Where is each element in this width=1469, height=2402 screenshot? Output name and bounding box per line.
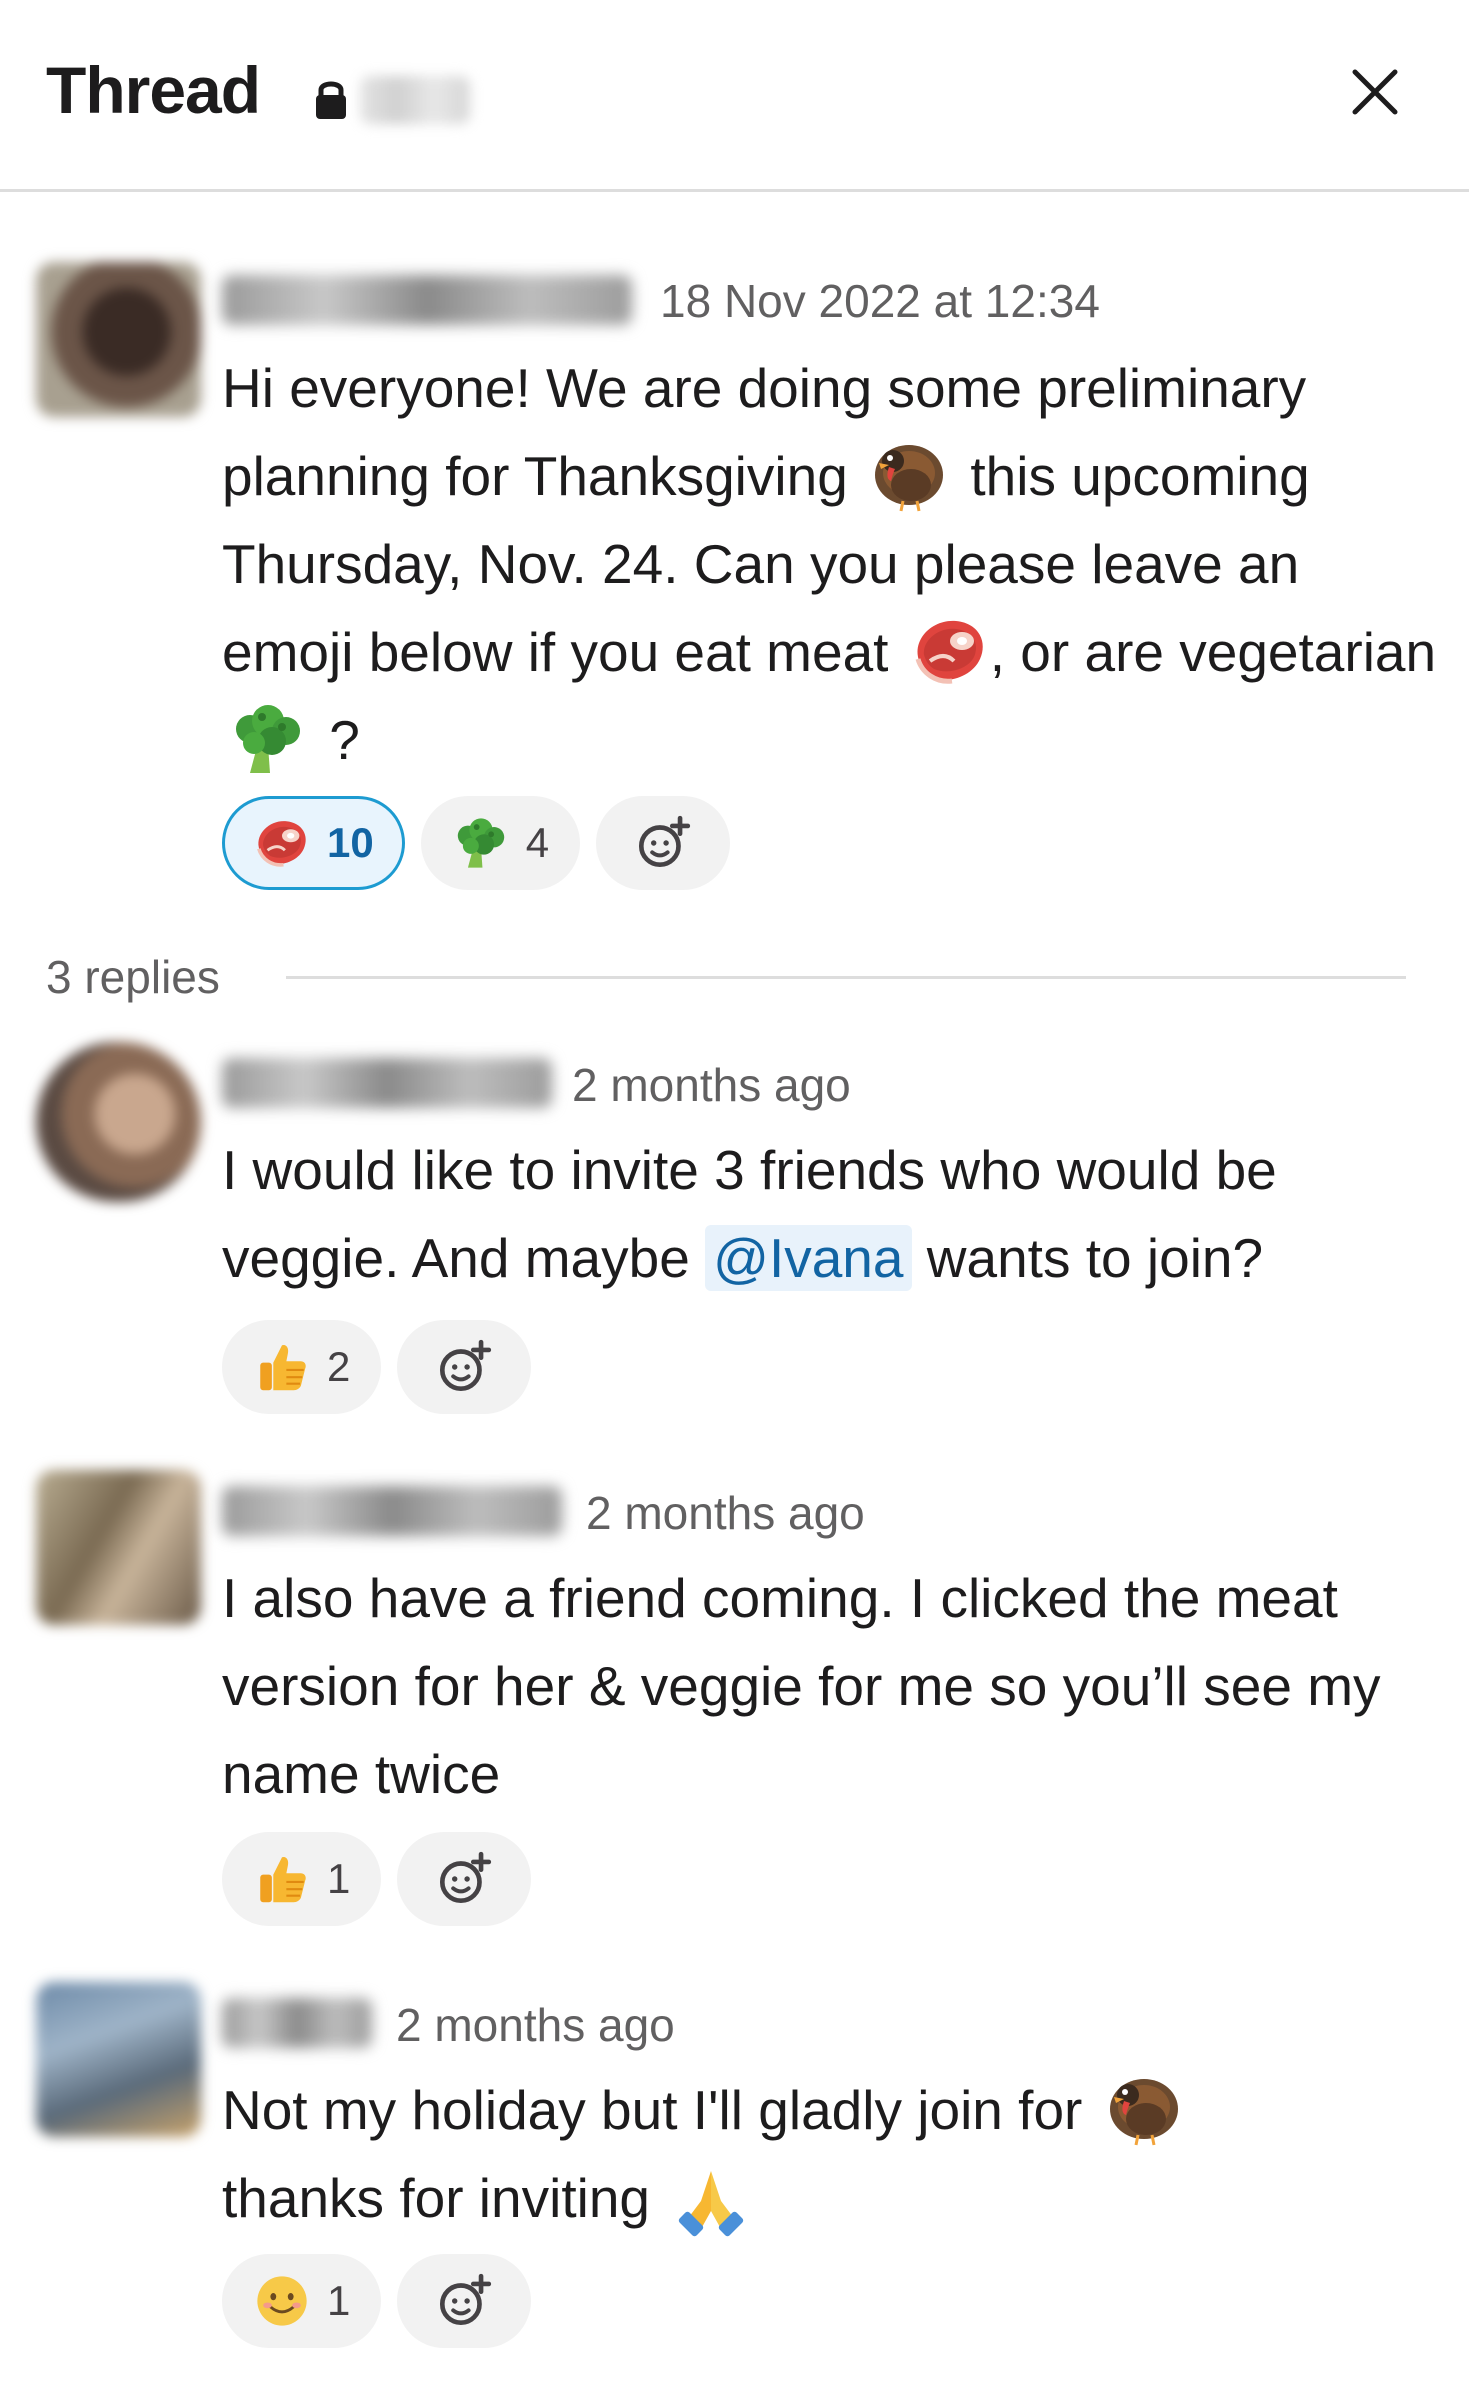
message-text: , or are vegetarian	[989, 621, 1437, 683]
reaction-count: 2	[327, 1343, 351, 1390]
message-text: wants to join?	[926, 1227, 1264, 1289]
user-mention[interactable]: @Ivana	[705, 1225, 912, 1291]
turkey-emoji	[1104, 2069, 1184, 2149]
sender-name-redacted[interactable]	[222, 1486, 562, 1536]
message-body: Not my holiday but I'll gladly join for …	[222, 2066, 1437, 2242]
reaction-bar: 1	[222, 2254, 532, 2348]
reaction-smile[interactable]: 1	[222, 2254, 382, 2348]
reaction-count: 1	[327, 2277, 351, 2324]
thumbs-up-emoji	[253, 1338, 311, 1396]
reaction-count: 10	[327, 819, 374, 866]
add-reaction-button[interactable]	[397, 1320, 532, 1414]
reaction-thumbs-up[interactable]: 2	[222, 1320, 382, 1414]
reaction-count: 4	[525, 819, 550, 866]
broccoli-emoji	[452, 814, 510, 872]
sender-name-redacted[interactable]	[222, 1998, 372, 2048]
folded-hands-emoji	[671, 2157, 751, 2237]
reaction-bar: 10 4	[222, 796, 731, 890]
add-reaction-button[interactable]	[397, 1832, 532, 1926]
sender-name-redacted[interactable]	[222, 275, 632, 325]
avatar[interactable]	[36, 262, 201, 417]
divider-line	[286, 976, 1406, 979]
add-reaction-icon	[632, 812, 694, 874]
avatar[interactable]	[36, 1982, 201, 2137]
add-reaction-button[interactable]	[397, 2254, 532, 2348]
smiling-face-emoji	[253, 2272, 311, 2330]
channel-name-redacted	[360, 76, 470, 124]
message-text: thanks for inviting	[222, 2167, 650, 2229]
broccoli-emoji	[228, 699, 308, 779]
message-text: ?	[329, 709, 360, 771]
thread-header: Thread	[0, 0, 1469, 192]
add-reaction-icon	[433, 1336, 495, 1398]
turkey-emoji	[869, 435, 949, 515]
add-reaction-icon	[433, 1848, 495, 1910]
message-timestamp[interactable]: 2 months ago	[396, 1998, 675, 2052]
message-text: I also have a friend coming. I clicked t…	[222, 1567, 1381, 1805]
header-title: Thread	[46, 53, 261, 127]
message-text: Not my holiday but I'll gladly join for	[222, 2079, 1083, 2141]
reaction-bar: 2	[222, 1320, 532, 1414]
reaction-bar: 1	[222, 1832, 532, 1926]
sender-name-redacted[interactable]	[222, 1058, 552, 1108]
add-reaction-icon	[433, 2270, 495, 2332]
replies-count: 3 replies	[46, 951, 220, 1003]
replies-divider: 3 replies	[46, 950, 1406, 1010]
lock-icon	[316, 81, 346, 119]
meat-emoji	[253, 814, 311, 872]
avatar[interactable]	[36, 1042, 201, 1202]
message-timestamp[interactable]: 2 months ago	[572, 1058, 851, 1112]
reaction-thumbs-up[interactable]: 1	[222, 1832, 382, 1926]
close-icon[interactable]	[1345, 62, 1405, 122]
reaction-meat[interactable]: 10	[222, 796, 405, 890]
add-reaction-button[interactable]	[596, 796, 731, 890]
reaction-broccoli[interactable]: 4	[420, 796, 581, 890]
meat-emoji	[910, 611, 990, 691]
reaction-count: 1	[327, 1855, 351, 1902]
message-body: I would like to invite 3 friends who wou…	[222, 1126, 1437, 1302]
message-body: I also have a friend coming. I clicked t…	[222, 1554, 1437, 1818]
message-timestamp[interactable]: 2 months ago	[586, 1486, 865, 1540]
avatar[interactable]	[36, 1470, 201, 1625]
message-body: Hi everyone! We are doing some prelimina…	[222, 344, 1437, 784]
message-timestamp[interactable]: 18 Nov 2022 at 12:34	[660, 274, 1100, 328]
thumbs-up-emoji	[253, 1850, 311, 1908]
